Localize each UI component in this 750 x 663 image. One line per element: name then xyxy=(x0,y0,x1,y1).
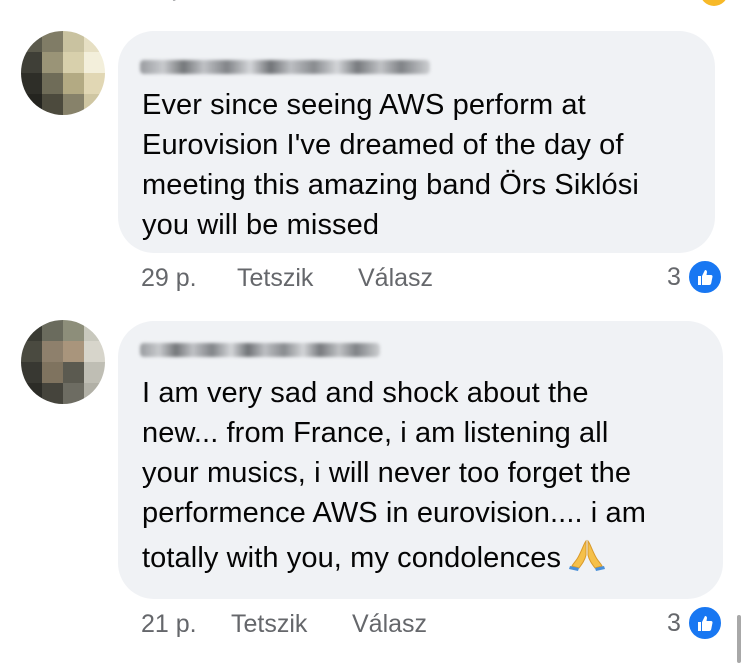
folded-hands-icon xyxy=(567,533,607,573)
avatar[interactable] xyxy=(21,320,105,404)
comment-text: I am very sad and shock about the new...… xyxy=(142,373,646,578)
author-name-redacted[interactable] xyxy=(140,60,430,74)
scrollbar[interactable] xyxy=(737,615,741,663)
reaction-count: 3 xyxy=(667,262,681,291)
like-button[interactable]: Tetszik xyxy=(237,264,313,293)
avatar[interactable] xyxy=(21,31,105,115)
comment-time[interactable]: 21 p. xyxy=(141,610,197,639)
reaction-summary[interactable]: 3 xyxy=(667,259,723,295)
thumbs-up-icon xyxy=(686,605,723,641)
reaction-emoji-icon xyxy=(700,0,728,6)
thumbs-up-icon xyxy=(686,259,723,295)
reaction-count: 3 xyxy=(667,608,681,637)
reply-button[interactable]: Válasz xyxy=(352,610,427,639)
comment-time[interactable]: 29 p. xyxy=(141,264,197,293)
previous-comment-meta-fragment: · xyxy=(170,0,190,12)
comment-text: Ever since seeing AWS perform at Eurovis… xyxy=(142,89,639,241)
reaction-summary[interactable]: 3 xyxy=(667,605,723,641)
author-name-redacted[interactable] xyxy=(140,343,380,357)
like-button[interactable]: Tetszik xyxy=(231,610,307,639)
reply-button[interactable]: Válasz xyxy=(358,264,433,293)
